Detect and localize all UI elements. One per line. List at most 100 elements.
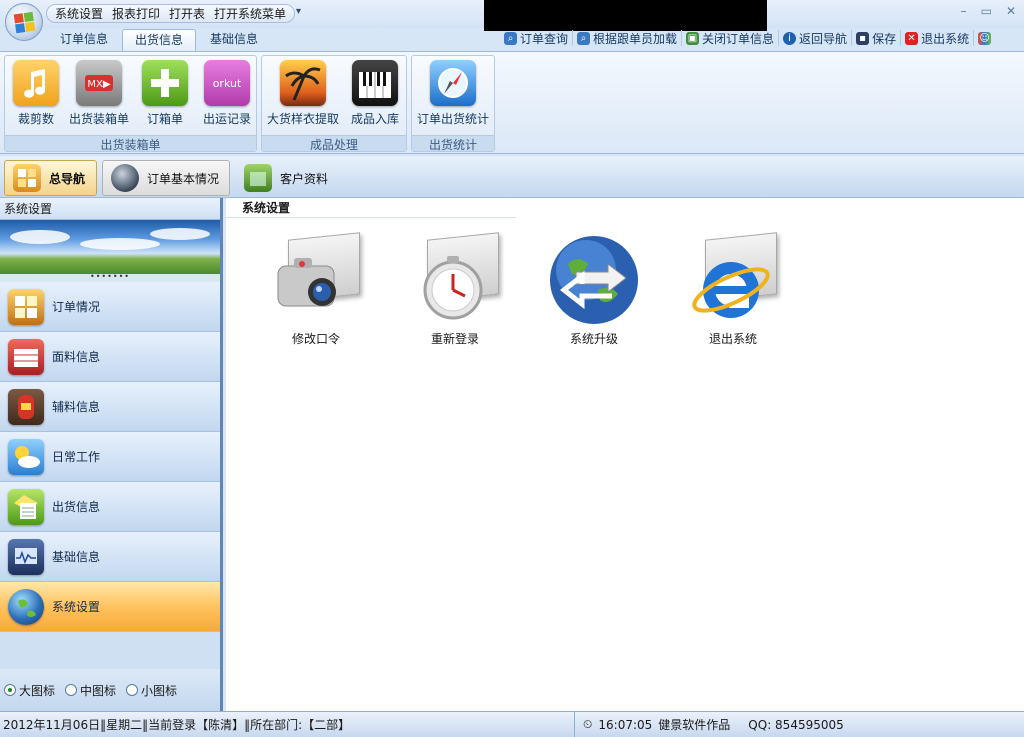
nav-item-label: 面料信息 <box>52 350 101 364</box>
radio-label: 大图标 <box>19 683 56 698</box>
nav-item-label: 系统设置 <box>52 600 101 614</box>
qat-open-table[interactable]: 打开表 <box>169 5 205 22</box>
calculator-icon <box>244 164 272 192</box>
warehouse-in-button[interactable]: 成品入库 <box>344 60 406 127</box>
globe-icon <box>111 164 139 192</box>
packing-list-button[interactable]: MX▶ 出货装箱单 <box>68 60 130 127</box>
group-shipment-stats: 订单出货统计 出货统计 <box>411 55 495 152</box>
qat-system-settings[interactable]: 系统设置 <box>55 5 103 22</box>
tab-shipment-info[interactable]: 出货信息 <box>122 29 197 51</box>
palm-sunset-icon <box>280 60 326 106</box>
tab-main-navigation[interactable]: 总导航 <box>4 160 97 196</box>
group-shipment-packing: 裁剪数 MX▶ 出货装箱单 订箱单 orkut 出运记录 出货装箱单 <box>4 55 257 152</box>
save-icon: ▪ <box>856 31 870 45</box>
tab-order-basic-info[interactable]: 订单基本情况 <box>102 160 230 196</box>
nav-item-fabric-info[interactable]: 面料信息 <box>0 332 220 382</box>
exit-icon: ✕ <box>905 31 919 45</box>
navigation-tab-strip: 总导航 订单基本情况 客户资料 <box>0 156 1024 198</box>
tab-customer-info-label: 客户资料 <box>280 171 329 186</box>
cut-count-label: 裁剪数 <box>17 112 54 126</box>
exit-system-label: 退出系统 <box>708 332 757 346</box>
radio-label: 小图标 <box>141 683 178 698</box>
status-login-info: 2012年11月06日‖星期二‖当前登录【陈清】‖所在部门:【二部】 <box>3 718 351 732</box>
radio-medium-icons[interactable]: 中图标 <box>65 682 116 699</box>
piano-icon <box>352 60 398 106</box>
order-shipment-stats-label: 订单出货统计 <box>416 112 489 126</box>
application-menu-button[interactable] <box>5 3 43 41</box>
tab-basic-info[interactable]: 基础信息 <box>198 29 270 51</box>
tab-order-info[interactable]: 订单信息 <box>48 29 120 51</box>
qat-dropdown-icon[interactable]: ▾ <box>296 6 301 17</box>
clock-icon <box>407 232 503 324</box>
status-bar: 2012年11月06日‖星期二‖当前登录【陈清】‖所在部门:【二部】 ⏲ 16:… <box>0 711 1024 737</box>
window-controls: – ▭ ✕ <box>961 4 1016 18</box>
plus-icon <box>142 60 188 106</box>
system-upgrade-item[interactable]: 系统升级 <box>539 234 649 347</box>
clock-icon: ⏲ <box>583 717 593 731</box>
relogin-item[interactable]: 重新登录 <box>400 232 510 347</box>
sample-extract-label: 大货样衣提取 <box>266 112 339 126</box>
nav-item-label: 基础信息 <box>52 550 101 564</box>
box-order-label: 订箱单 <box>146 112 183 126</box>
note-pad-icon <box>8 488 44 525</box>
tab-order-basic-info-label: 订单基本情况 <box>147 171 220 186</box>
qat-report-print[interactable]: 报表打印 <box>112 5 160 22</box>
windows-logo-icon <box>13 11 37 35</box>
status-qq: QQ: 854595005 <box>748 717 844 732</box>
nav-item-system-settings[interactable]: 系统设置 <box>0 582 220 632</box>
close-doc-icon: ▣ <box>686 31 700 45</box>
radio-dot <box>126 684 139 696</box>
order-query-button[interactable]: ⌕ 订单查询 <box>500 30 574 46</box>
nav-item-daily-work[interactable]: 日常工作 <box>0 432 220 482</box>
exit-system-button[interactable]: ✕ 退出系统 <box>901 30 975 46</box>
radio-large-icons[interactable]: 大图标 <box>4 682 55 699</box>
nav-item-accessory-info[interactable]: 辅料信息 <box>0 382 220 432</box>
restore-button[interactable]: ▭ <box>981 4 992 18</box>
sample-extract-button[interactable]: 大货样衣提取 <box>265 60 341 127</box>
nav-item-shipment-info[interactable]: 出货信息 <box>0 482 220 532</box>
exit-system-item[interactable]: 退出系统 <box>678 232 788 347</box>
radio-small-icons[interactable]: 小图标 <box>126 682 177 699</box>
packing-list-label: 出货装箱单 <box>68 112 129 126</box>
close-order-info-label: 关闭订单信息 <box>702 31 775 46</box>
shipping-record-button[interactable]: orkut 出运记录 <box>196 60 258 127</box>
users-button[interactable]: ☺ <box>974 30 995 46</box>
exit-system-label: 退出系统 <box>921 31 970 46</box>
splitter-grip[interactable]: ••••••• <box>0 273 220 282</box>
change-password-label: 修改口令 <box>291 332 340 346</box>
load-by-merchandiser-label: 根据跟单员加载 <box>593 31 678 46</box>
radio-dot <box>65 684 78 696</box>
nav-item-basic-info[interactable]: 基础信息 <box>0 532 220 582</box>
back-to-navigation-button[interactable]: i 返回导航 <box>779 30 853 46</box>
globe-sync-icon <box>546 234 642 324</box>
minimize-button[interactable]: – <box>961 4 967 18</box>
orkut-icon: orkut <box>204 60 250 106</box>
save-button[interactable]: ▪ 保存 <box>852 30 902 46</box>
tab-main-navigation-label: 总导航 <box>49 171 86 186</box>
group-label-shipment-packing: 出货装箱单 <box>5 135 256 152</box>
radio-dot <box>4 684 16 696</box>
monitor-icon <box>8 538 44 575</box>
change-password-item[interactable]: 修改口令 <box>261 232 371 347</box>
tab-customer-info[interactable]: 客户资料 <box>236 160 336 196</box>
weather-icon <box>8 438 44 475</box>
nav-item-label: 订单情况 <box>52 300 101 314</box>
quick-access-toolbar: 系统设置 报表打印 打开表 打开系统菜单 <box>46 4 296 23</box>
nav-item-order-status[interactable]: 订单情况 <box>0 282 220 332</box>
load-by-merchandiser-button[interactable]: ⌕ 根据跟单员加载 <box>573 30 683 46</box>
close-order-info-button[interactable]: ▣ 关闭订单信息 <box>682 30 780 46</box>
relogin-label: 重新登录 <box>430 332 479 346</box>
icon-size-options: 大图标 中图标 小图标 <box>0 669 220 711</box>
status-time: 16:07:05 <box>598 717 653 732</box>
system-upgrade-label: 系统升级 <box>569 332 618 346</box>
box-order-button[interactable]: 订箱单 <box>134 60 196 127</box>
order-shipment-stats-button[interactable]: 订单出货统计 <box>412 60 494 127</box>
ribbon-panel: 裁剪数 MX▶ 出货装箱单 订箱单 orkut 出运记录 出货装箱单 大货样衣提… <box>0 51 1024 154</box>
close-button[interactable]: ✕ <box>1006 4 1016 18</box>
svg-text:MX▶: MX▶ <box>87 79 110 90</box>
top-toolbar: ⌕ 订单查询 ⌕ 根据跟单员加载 ▣ 关闭订单信息 i 返回导航 ▪ 保存 ✕ … <box>500 30 995 46</box>
cut-count-button[interactable]: 裁剪数 <box>5 60 67 127</box>
order-query-label: 订单查询 <box>520 31 569 46</box>
qat-open-system-menu[interactable]: 打开系统菜单 <box>214 5 286 22</box>
compass-icon <box>430 60 476 106</box>
